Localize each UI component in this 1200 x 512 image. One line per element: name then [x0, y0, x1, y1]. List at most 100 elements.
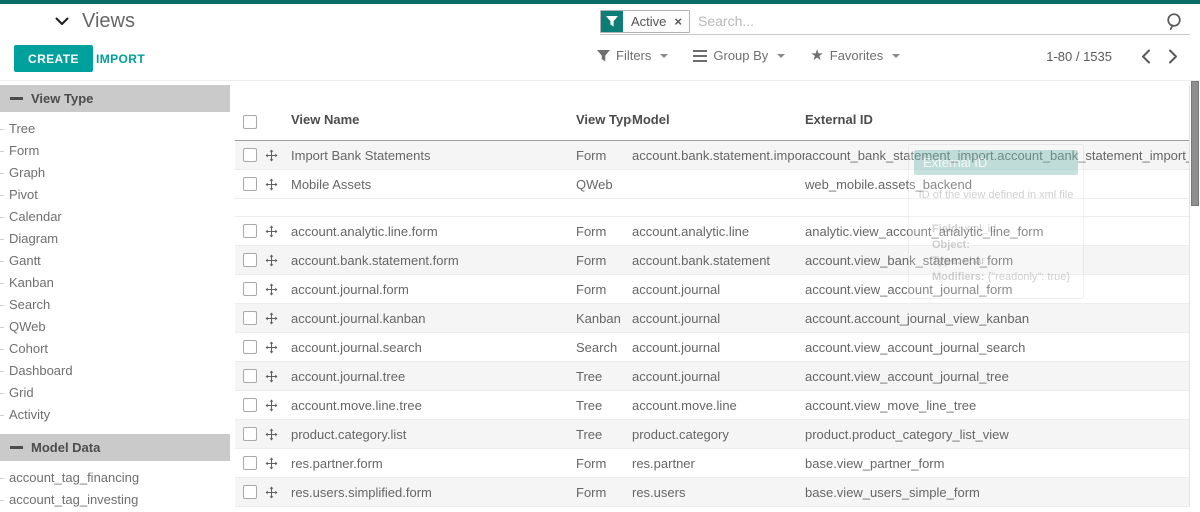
drag-handle-icon[interactable]	[265, 254, 278, 267]
drag-handle-icon[interactable]	[265, 486, 278, 499]
favorites-menu[interactable]: ★ Favorites	[810, 48, 900, 63]
drag-handle-icon[interactable]	[265, 225, 278, 238]
facet-remove-icon[interactable]: ×	[671, 11, 689, 32]
tooltip-prop: Modifiers: {"readonly": true}	[932, 270, 1078, 286]
row-name: Import Bank Statements	[291, 148, 576, 163]
sidebar-item-form[interactable]: Form	[0, 140, 230, 162]
drag-handle-icon[interactable]	[265, 428, 278, 441]
row-checkbox[interactable]	[243, 224, 257, 238]
search-facet-active[interactable]: Active ×	[600, 10, 690, 33]
row-external-id: account.account_journal_view_kanban	[805, 311, 1189, 326]
drag-handle-icon[interactable]	[265, 370, 278, 383]
table-row[interactable]: product.category.list Tree product.categ…	[235, 420, 1189, 449]
row-type: Form	[576, 485, 632, 500]
column-header-model[interactable]: Model	[632, 112, 805, 140]
row-model: product.category	[632, 427, 805, 442]
sidebar-item-search[interactable]: Search	[0, 294, 230, 316]
table-row[interactable]: account.move.line.tree Tree account.move…	[235, 391, 1189, 420]
odoo-views-screen: Views Active × CREATE IMPORT Filters	[0, 0, 1200, 512]
row-model: account.bank.statement	[632, 253, 805, 268]
drag-handle-icon[interactable]	[265, 178, 278, 191]
table-row[interactable]: account.journal.tree Tree account.journa…	[235, 362, 1189, 391]
menu-label: Filters	[616, 48, 651, 63]
sidebar-section-header: Model Data	[0, 434, 230, 461]
filters-menu[interactable]: Filters	[597, 48, 668, 63]
page-title: Views	[82, 10, 135, 33]
row-checkbox[interactable]	[243, 485, 257, 499]
column-header-external-id[interactable]: External ID	[805, 112, 1189, 140]
row-type: Tree	[576, 427, 632, 442]
tooltip-props: Field: xml_idObject: Type: charModifiers…	[914, 222, 1078, 286]
group-by-menu[interactable]: Group By	[693, 48, 785, 63]
sidebar-item-pivot[interactable]: Pivot	[0, 184, 230, 206]
row-checkbox[interactable]	[243, 340, 257, 354]
chevron-down-icon[interactable]	[55, 17, 69, 26]
sidebar-item-graph[interactable]: Graph	[0, 162, 230, 184]
row-checkbox[interactable]	[243, 369, 257, 383]
sidebar-item-qweb[interactable]: QWeb	[0, 316, 230, 338]
sidebar-item-account-tag-financing[interactable]: account_tag_financing	[0, 467, 230, 489]
row-model: account.journal	[632, 282, 805, 297]
sidebar-item-account-tag-investing[interactable]: account_tag_investing	[0, 489, 230, 511]
drag-handle-icon[interactable]	[265, 399, 278, 412]
row-model: account.journal	[632, 311, 805, 326]
import-button[interactable]: IMPORT	[96, 45, 145, 72]
sidebar-item-activity[interactable]: Activity	[0, 404, 230, 426]
row-checkbox[interactable]	[243, 177, 257, 191]
minus-icon	[10, 446, 23, 449]
table-row[interactable]: res.partner.form Form res.partner base.v…	[235, 449, 1189, 478]
search-icon[interactable]	[1165, 12, 1190, 31]
minus-icon	[10, 97, 23, 100]
sidebar-item-kanban[interactable]: Kanban	[0, 272, 230, 294]
row-type: Search	[576, 340, 632, 355]
vertical-scrollbar-thumb[interactable]	[1191, 81, 1199, 206]
row-name: res.users.simplified.form	[291, 485, 576, 500]
row-external-id: product.product_category_list_view	[805, 427, 1189, 442]
column-header-view-type[interactable]: View Type	[576, 112, 632, 140]
drag-handle-icon[interactable]	[265, 341, 278, 354]
search-input[interactable]	[690, 13, 1165, 29]
sidebar-section-title: View Type	[31, 91, 93, 106]
row-type: QWeb	[576, 177, 632, 192]
row-checkbox[interactable]	[243, 427, 257, 441]
create-button[interactable]: CREATE	[14, 45, 93, 72]
table-row[interactable]: account.journal.search Search account.jo…	[235, 333, 1189, 362]
pager-previous-button[interactable]	[1132, 49, 1159, 64]
drag-handle-icon[interactable]	[265, 457, 278, 470]
table-row[interactable]: res.users.simplified.form Form res.users…	[235, 478, 1189, 507]
column-header-view-name[interactable]: View Name	[291, 112, 576, 140]
row-model: account.analytic.line	[632, 224, 805, 239]
sidebar-item-dashboard[interactable]: Dashboard	[0, 360, 230, 382]
row-checkbox[interactable]	[243, 311, 257, 325]
row-checkbox[interactable]	[243, 253, 257, 267]
sidebar-item-grid[interactable]: Grid	[0, 382, 230, 404]
table-row[interactable]: account.journal.kanban Kanban account.jo…	[235, 304, 1189, 333]
row-type: Form	[576, 253, 632, 268]
row-checkbox[interactable]	[243, 148, 257, 162]
row-external-id: account.view_account_journal_search	[805, 340, 1189, 355]
sidebar-item-calendar[interactable]: Calendar	[0, 206, 230, 228]
drag-handle-icon[interactable]	[265, 312, 278, 325]
caret-down-icon	[660, 54, 668, 58]
search-bar[interactable]: Active ×	[600, 8, 1190, 35]
pager-range: 1-80 / 1535	[1046, 49, 1112, 64]
sidebar-item-gantt[interactable]: Gantt	[0, 250, 230, 272]
row-checkbox[interactable]	[243, 456, 257, 470]
pager-next-button[interactable]	[1159, 49, 1186, 64]
sidebar-item-tree[interactable]: Tree	[0, 118, 230, 140]
top-nav-strip	[0, 0, 1200, 4]
select-all-checkbox[interactable]	[243, 115, 257, 129]
row-checkbox[interactable]	[243, 282, 257, 296]
row-external-id: account.view_account_journal_tree	[805, 369, 1189, 384]
sidebar-item-cohort[interactable]: Cohort	[0, 338, 230, 360]
row-model: account.move.line	[632, 398, 805, 413]
sidebar-item-diagram[interactable]: Diagram	[0, 228, 230, 250]
star-icon: ★	[810, 48, 823, 63]
row-external-id: base.view_partner_form	[805, 456, 1189, 471]
row-type: Form	[576, 456, 632, 471]
row-model: res.partner	[632, 456, 805, 471]
drag-handle-icon[interactable]	[265, 283, 278, 296]
row-checkbox[interactable]	[243, 398, 257, 412]
drag-handle-icon[interactable]	[265, 149, 278, 162]
filter-icon	[597, 50, 610, 62]
